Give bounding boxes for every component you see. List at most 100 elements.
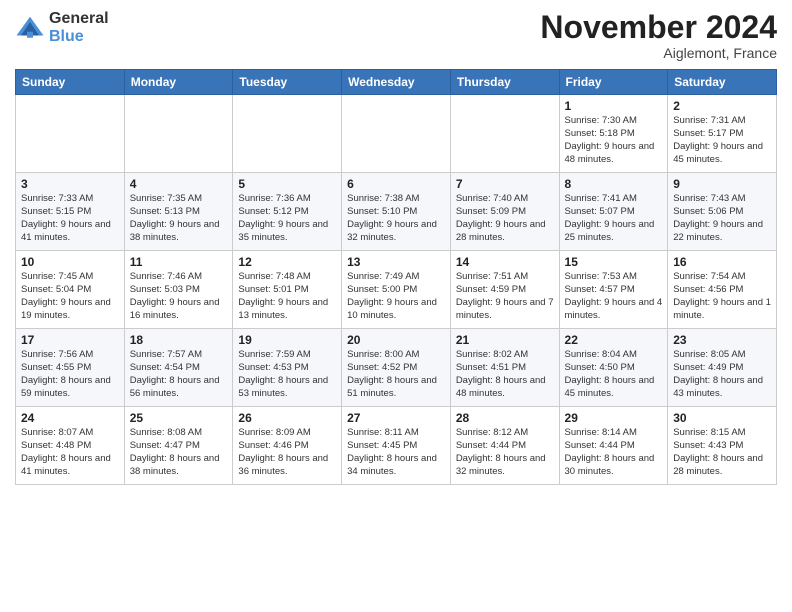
cell-2-5: 15 Sunrise: 7:53 AM Sunset: 4:57 PM Dayli… — [559, 251, 668, 329]
day-number-16: 16 — [673, 255, 771, 269]
day-info-28: Sunrise: 8:12 AM Sunset: 4:44 PM Dayligh… — [456, 427, 554, 478]
week-row-3: 17 Sunrise: 7:56 AM Sunset: 4:55 PM Dayli… — [16, 329, 777, 407]
header-row: Sunday Monday Tuesday Wednesday Thursday… — [16, 70, 777, 95]
day-number-4: 4 — [130, 177, 228, 191]
cell-1-5: 8 Sunrise: 7:41 AM Sunset: 5:07 PM Daylig… — [559, 173, 668, 251]
cell-1-2: 5Sunrise: 7:36 AM Sunset: 5:12 PM Daylig… — [233, 173, 342, 251]
cell-0-4 — [450, 95, 559, 173]
header-monday: Monday — [124, 70, 233, 95]
day-info-3: Sunrise: 7:33 AM Sunset: 5:15 PM Dayligh… — [21, 193, 119, 244]
header-wednesday: Wednesday — [342, 70, 451, 95]
day-number-14: 14 — [456, 255, 554, 269]
day-number-13: 13 — [347, 255, 445, 269]
cell-4-4: 28 Sunrise: 8:12 AM Sunset: 4:44 PM Dayli… — [450, 407, 559, 485]
week-row-2: 10Sunrise: 7:45 AM Sunset: 5:04 PM Dayli… — [16, 251, 777, 329]
day-info-7: Sunrise: 7:40 AM Sunset: 5:09 PM Dayligh… — [456, 193, 554, 244]
cell-4-1: 25 Sunrise: 8:08 AM Sunset: 4:47 PM Dayli… — [124, 407, 233, 485]
day-number-12: 12 — [238, 255, 336, 269]
day-info-23: Sunrise: 8:05 AM Sunset: 4:49 PM Dayligh… — [673, 349, 771, 400]
cell-1-3: 6 Sunrise: 7:38 AM Sunset: 5:10 PM Daylig… — [342, 173, 451, 251]
day-info-2: Sunrise: 7:31 AM Sunset: 5:17 PM Dayligh… — [673, 115, 771, 166]
cell-3-1: 18Sunrise: 7:57 AM Sunset: 4:54 PM Dayli… — [124, 329, 233, 407]
cell-3-4: 21 Sunrise: 8:02 AM Sunset: 4:51 PM Dayli… — [450, 329, 559, 407]
week-row-4: 24 Sunrise: 8:07 AM Sunset: 4:48 PM Dayli… — [16, 407, 777, 485]
day-info-15: Sunrise: 7:53 AM Sunset: 4:57 PM Dayligh… — [565, 271, 663, 322]
day-number-2: 2 — [673, 99, 771, 113]
day-number-9: 9 — [673, 177, 771, 191]
location: Aiglemont, France — [540, 45, 777, 61]
day-info-22: Sunrise: 8:04 AM Sunset: 4:50 PM Dayligh… — [565, 349, 663, 400]
day-info-18: Sunrise: 7:57 AM Sunset: 4:54 PM Dayligh… — [130, 349, 228, 400]
cell-4-5: 29Sunrise: 8:14 AM Sunset: 4:44 PM Dayli… — [559, 407, 668, 485]
day-number-29: 29 — [565, 411, 663, 425]
logo-text: General Blue — [49, 10, 109, 45]
day-number-24: 24 — [21, 411, 119, 425]
day-info-20: Sunrise: 8:00 AM Sunset: 4:52 PM Dayligh… — [347, 349, 445, 400]
day-number-15: 15 — [565, 255, 663, 269]
day-number-22: 22 — [565, 333, 663, 347]
day-number-1: 1 — [565, 99, 663, 113]
cell-0-1 — [124, 95, 233, 173]
header: General Blue November 2024 Aiglemont, Fr… — [15, 10, 777, 61]
day-info-24: Sunrise: 8:07 AM Sunset: 4:48 PM Dayligh… — [21, 427, 119, 478]
day-number-23: 23 — [673, 333, 771, 347]
day-info-30: Sunrise: 8:15 AM Sunset: 4:43 PM Dayligh… — [673, 427, 771, 478]
header-thursday: Thursday — [450, 70, 559, 95]
day-number-8: 8 — [565, 177, 663, 191]
day-number-17: 17 — [21, 333, 119, 347]
day-number-7: 7 — [456, 177, 554, 191]
logo: General Blue — [15, 10, 109, 45]
cell-2-6: 16Sunrise: 7:54 AM Sunset: 4:56 PM Dayli… — [668, 251, 777, 329]
day-info-13: Sunrise: 7:49 AM Sunset: 5:00 PM Dayligh… — [347, 271, 445, 322]
day-number-28: 28 — [456, 411, 554, 425]
day-info-8: Sunrise: 7:41 AM Sunset: 5:07 PM Dayligh… — [565, 193, 663, 244]
cell-0-5: 1 Sunrise: 7:30 AM Sunset: 5:18 PM Daylig… — [559, 95, 668, 173]
cell-0-2 — [233, 95, 342, 173]
day-info-21: Sunrise: 8:02 AM Sunset: 4:51 PM Dayligh… — [456, 349, 554, 400]
day-number-6: 6 — [347, 177, 445, 191]
cell-4-6: 30 Sunrise: 8:15 AM Sunset: 4:43 PM Dayli… — [668, 407, 777, 485]
header-saturday: Saturday — [668, 70, 777, 95]
month-title: November 2024 — [540, 10, 777, 45]
day-number-27: 27 — [347, 411, 445, 425]
cell-3-3: 20 Sunrise: 8:00 AM Sunset: 4:52 PM Dayli… — [342, 329, 451, 407]
cell-4-0: 24 Sunrise: 8:07 AM Sunset: 4:48 PM Dayli… — [16, 407, 125, 485]
page: General Blue November 2024 Aiglemont, Fr… — [0, 0, 792, 612]
day-info-1: Sunrise: 7:30 AM Sunset: 5:18 PM Dayligh… — [565, 115, 663, 166]
cell-2-0: 10Sunrise: 7:45 AM Sunset: 5:04 PM Dayli… — [16, 251, 125, 329]
day-info-12: Sunrise: 7:48 AM Sunset: 5:01 PM Dayligh… — [238, 271, 336, 322]
cell-3-5: 22 Sunrise: 8:04 AM Sunset: 4:50 PM Dayli… — [559, 329, 668, 407]
week-row-0: 1 Sunrise: 7:30 AM Sunset: 5:18 PM Daylig… — [16, 95, 777, 173]
title-block: November 2024 Aiglemont, France — [540, 10, 777, 61]
day-info-5: Sunrise: 7:36 AM Sunset: 5:12 PM Dayligh… — [238, 193, 336, 244]
cell-2-1: 11 Sunrise: 7:46 AM Sunset: 5:03 PM Dayli… — [124, 251, 233, 329]
day-number-26: 26 — [238, 411, 336, 425]
header-friday: Friday — [559, 70, 668, 95]
day-info-25: Sunrise: 8:08 AM Sunset: 4:47 PM Dayligh… — [130, 427, 228, 478]
cell-3-6: 23 Sunrise: 8:05 AM Sunset: 4:49 PM Dayli… — [668, 329, 777, 407]
cell-4-2: 26 Sunrise: 8:09 AM Sunset: 4:46 PM Dayli… — [233, 407, 342, 485]
day-number-20: 20 — [347, 333, 445, 347]
day-info-17: Sunrise: 7:56 AM Sunset: 4:55 PM Dayligh… — [21, 349, 119, 400]
day-info-11: Sunrise: 7:46 AM Sunset: 5:03 PM Dayligh… — [130, 271, 228, 322]
day-info-6: Sunrise: 7:38 AM Sunset: 5:10 PM Dayligh… — [347, 193, 445, 244]
day-number-11: 11 — [130, 255, 228, 269]
cell-0-0 — [16, 95, 125, 173]
header-tuesday: Tuesday — [233, 70, 342, 95]
cell-1-4: 7 Sunrise: 7:40 AM Sunset: 5:09 PM Daylig… — [450, 173, 559, 251]
cell-1-1: 4 Sunrise: 7:35 AM Sunset: 5:13 PM Daylig… — [124, 173, 233, 251]
cell-4-3: 27Sunrise: 8:11 AM Sunset: 4:45 PM Dayli… — [342, 407, 451, 485]
day-number-3: 3 — [21, 177, 119, 191]
cell-3-0: 17 Sunrise: 7:56 AM Sunset: 4:55 PM Dayli… — [16, 329, 125, 407]
cell-0-3 — [342, 95, 451, 173]
day-number-10: 10 — [21, 255, 119, 269]
day-number-25: 25 — [130, 411, 228, 425]
day-info-9: Sunrise: 7:43 AM Sunset: 5:06 PM Dayligh… — [673, 193, 771, 244]
day-info-26: Sunrise: 8:09 AM Sunset: 4:46 PM Dayligh… — [238, 427, 336, 478]
day-info-4: Sunrise: 7:35 AM Sunset: 5:13 PM Dayligh… — [130, 193, 228, 244]
day-number-21: 21 — [456, 333, 554, 347]
day-number-30: 30 — [673, 411, 771, 425]
cell-2-4: 14Sunrise: 7:51 AM Sunset: 4:59 PM Dayli… — [450, 251, 559, 329]
cell-1-6: 9 Sunrise: 7:43 AM Sunset: 5:06 PM Daylig… — [668, 173, 777, 251]
cell-3-2: 19Sunrise: 7:59 AM Sunset: 4:53 PM Dayli… — [233, 329, 342, 407]
